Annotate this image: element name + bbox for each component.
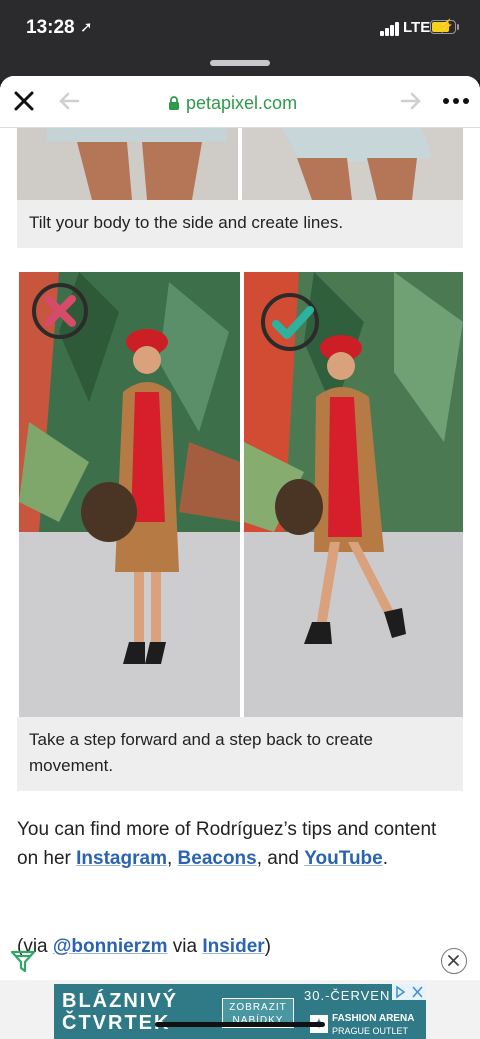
status-bar: 13:28 ➚ LTE ⚡ [0, 0, 480, 56]
credit-line: (via @bonnierzm via Insider) [17, 936, 271, 957]
ad-close-icon[interactable] [441, 948, 467, 974]
signal-icon [380, 22, 402, 36]
youtube-link[interactable]: YouTube [304, 848, 382, 869]
instagram-link[interactable]: Instagram [76, 848, 167, 869]
photo-right-pose [244, 272, 463, 717]
photo-wrong-pose [19, 272, 240, 717]
caption-tilt: Tilt your body to the side and create li… [17, 200, 463, 248]
ad-title: BLÁZNIVÝ ČTVRTEK [62, 990, 178, 1034]
status-time: 13:28 [26, 17, 75, 38]
charging-bolt-icon: ⚡ [438, 18, 455, 33]
beacons-link[interactable]: Beacons [178, 848, 257, 869]
ad-date: 30.-ČERVEN [304, 988, 391, 1003]
funnel-logo-icon[interactable] [10, 948, 36, 974]
ad-brand: FASHION ARENA PRAGUE OUTLET [332, 1013, 415, 1036]
home-indicator[interactable] [155, 1022, 325, 1027]
battery-nub [457, 24, 459, 30]
source-link[interactable]: Insider [202, 936, 264, 957]
article-paragraph: You can find more of Rodríguez’s tips an… [17, 819, 437, 869]
photo-tilt-left [17, 128, 238, 200]
browser-nav-bar: petapixel.com [0, 76, 480, 128]
close-icon[interactable] [10, 87, 38, 115]
back-arrow-icon[interactable] [56, 87, 84, 115]
sheet-grabber[interactable] [210, 60, 270, 66]
more-options-icon[interactable] [440, 87, 472, 115]
browser-sheet: petapixel.com Tilt your body to the side… [0, 76, 480, 1039]
caption-movement: Take a step forward and a step back to c… [17, 717, 463, 791]
x-mark-icon [31, 282, 89, 340]
forward-arrow-icon[interactable] [396, 87, 424, 115]
phone-screen: 13:28 ➚ LTE ⚡ petapixel.com Tilt your bo… [0, 0, 480, 1039]
url-text: petapixel.com [186, 92, 298, 113]
ad-banner[interactable]: BLÁZNIVÝ ČTVRTEK ZOBRAZIT NABÍDKY 30.-ČE… [54, 984, 426, 1039]
ad-banner-strip: BLÁZNIVÝ ČTVRTEK ZOBRAZIT NABÍDKY 30.-ČE… [0, 980, 480, 1039]
location-arrow-icon: ➚ [80, 19, 93, 36]
check-mark-icon [260, 292, 320, 352]
lock-icon [169, 95, 179, 110]
photo-tilt-right [242, 128, 463, 200]
network-type: LTE [403, 19, 431, 36]
author-link[interactable]: @bonnierzm [53, 936, 168, 957]
address-bar[interactable]: petapixel.com [168, 92, 297, 114]
adchoices-icon[interactable] [392, 984, 426, 1000]
